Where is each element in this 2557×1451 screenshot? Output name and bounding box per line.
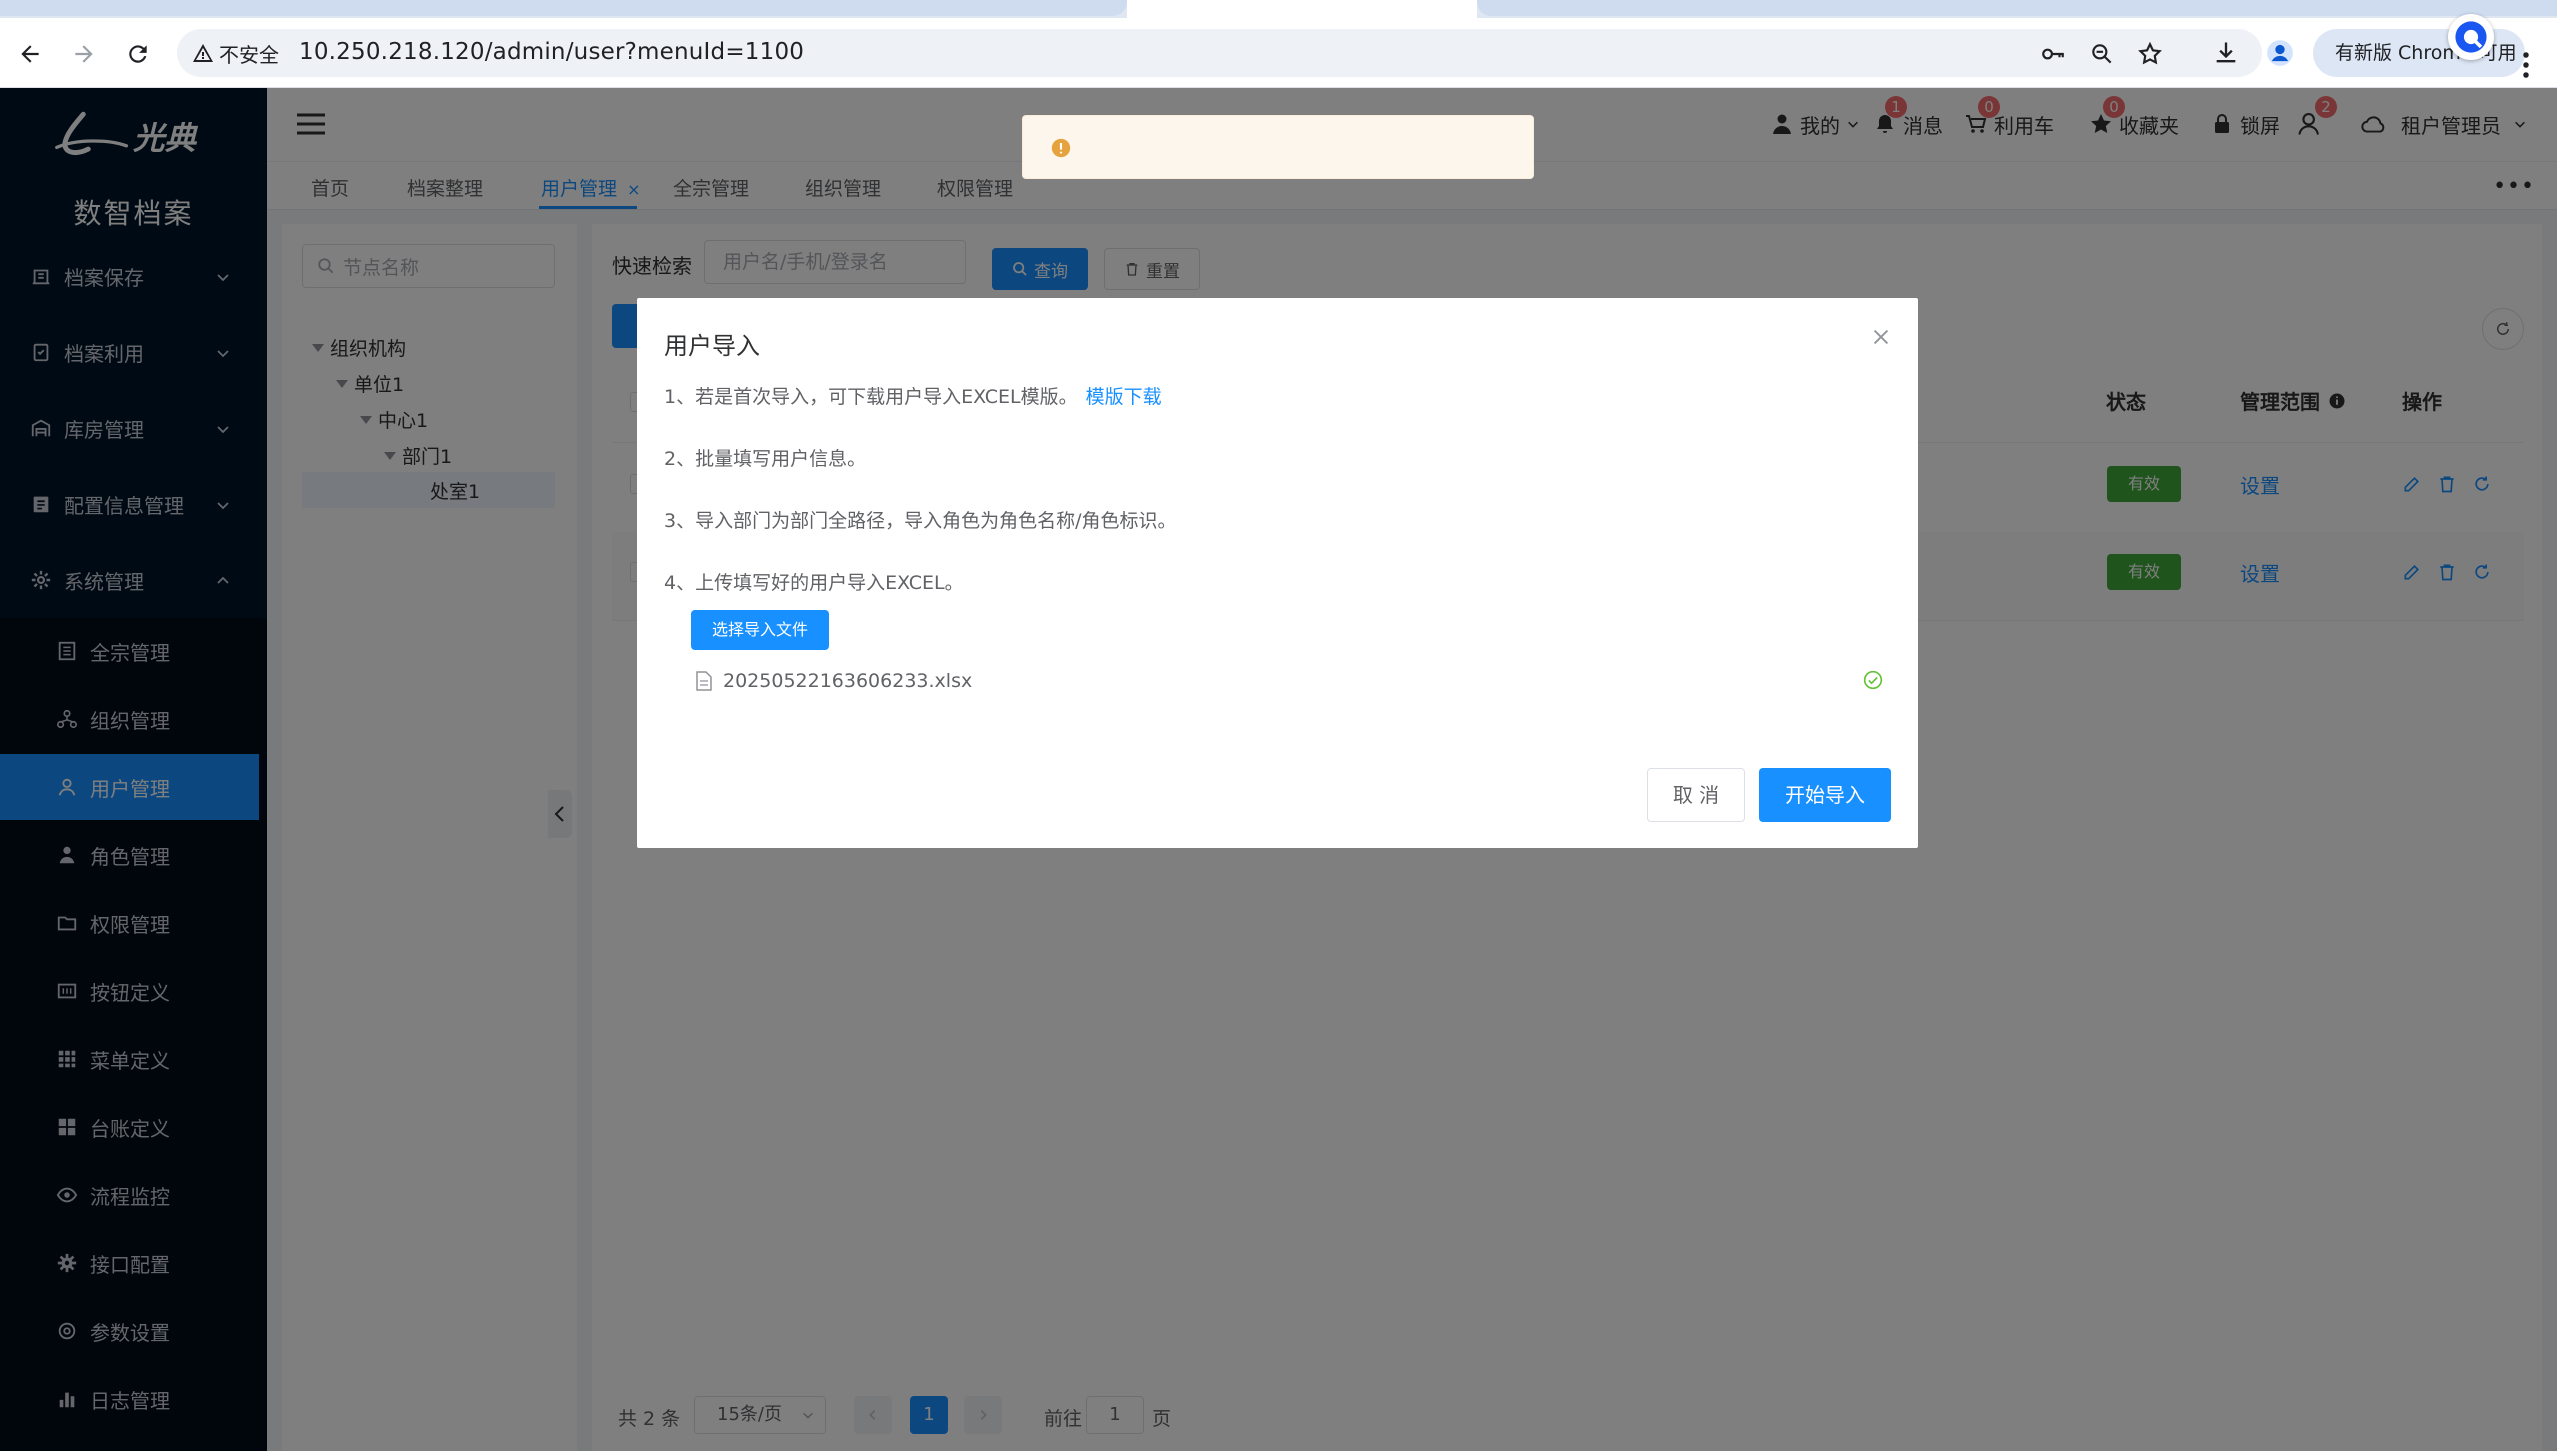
warning-triangle-icon bbox=[193, 44, 213, 62]
floating-assistant-icon[interactable] bbox=[2448, 14, 2494, 60]
dialog-title: 用户导入 bbox=[664, 332, 760, 360]
check-circle-icon bbox=[1863, 670, 1883, 690]
user-import-dialog: 用户导入 1、若是首次导入，可下载用户导入EXCEL模版。 模版下载 2、批量填写… bbox=[637, 298, 1918, 848]
zoom-icon[interactable] bbox=[2089, 41, 2115, 67]
select-file-button[interactable]: 选择导入文件 bbox=[691, 610, 829, 650]
bookmark-star-icon[interactable] bbox=[2137, 41, 2163, 67]
browser-menu-icon[interactable] bbox=[2520, 50, 2532, 80]
browser-tab-active[interactable] bbox=[1127, 0, 1477, 18]
security-label: 不安全 bbox=[219, 42, 279, 67]
start-import-button[interactable]: 开始导入 bbox=[1759, 768, 1891, 822]
address-bar[interactable]: 不安全 10.250.218.120/admin/user?menuId=110… bbox=[177, 29, 2262, 77]
uploaded-file-item[interactable]: 20250522163606233.xlsx bbox=[695, 666, 1895, 696]
import-step-4: 4、上传填写好的用户导入EXCEL。 bbox=[664, 572, 964, 594]
forward-icon[interactable] bbox=[64, 34, 104, 74]
import-step-3: 3、导入部门为部门全路径，导入角色为角色名称/角色标识。 bbox=[664, 510, 1177, 532]
import-step-1: 1、若是首次导入，可下载用户导入EXCEL模版。 模版下载 bbox=[664, 382, 1162, 409]
close-icon[interactable] bbox=[1870, 326, 1892, 348]
uploaded-file-name: 20250522163606233.xlsx bbox=[723, 670, 973, 692]
url-text[interactable]: 10.250.218.120/admin/user?menuId=1100 bbox=[299, 39, 804, 65]
import-step-2: 2、批量填写用户信息。 bbox=[664, 448, 867, 470]
browser-tabstrip bbox=[0, 0, 2557, 18]
file-icon bbox=[696, 671, 712, 691]
browser-tab[interactable] bbox=[1477, 0, 2557, 16]
download-icon[interactable] bbox=[2212, 39, 2240, 67]
key-icon[interactable] bbox=[2040, 41, 2066, 67]
profile-icon[interactable] bbox=[2266, 39, 2294, 67]
cancel-button[interactable]: 取 消 bbox=[1647, 768, 1745, 822]
warning-toast bbox=[1022, 115, 1534, 179]
import-step-1-text: 1、若是首次导入，可下载用户导入EXCEL模版。 bbox=[664, 386, 1078, 408]
template-download-link[interactable]: 模版下载 bbox=[1086, 386, 1162, 408]
back-icon[interactable] bbox=[10, 34, 50, 74]
not-secure-indicator[interactable]: 不安全 bbox=[191, 41, 279, 67]
browser-toolbar: 不安全 10.250.218.120/admin/user?menuId=110… bbox=[0, 18, 2557, 88]
warning-circle-icon bbox=[1051, 138, 1071, 158]
reload-icon[interactable] bbox=[118, 34, 158, 74]
browser-tab[interactable] bbox=[0, 0, 1127, 16]
